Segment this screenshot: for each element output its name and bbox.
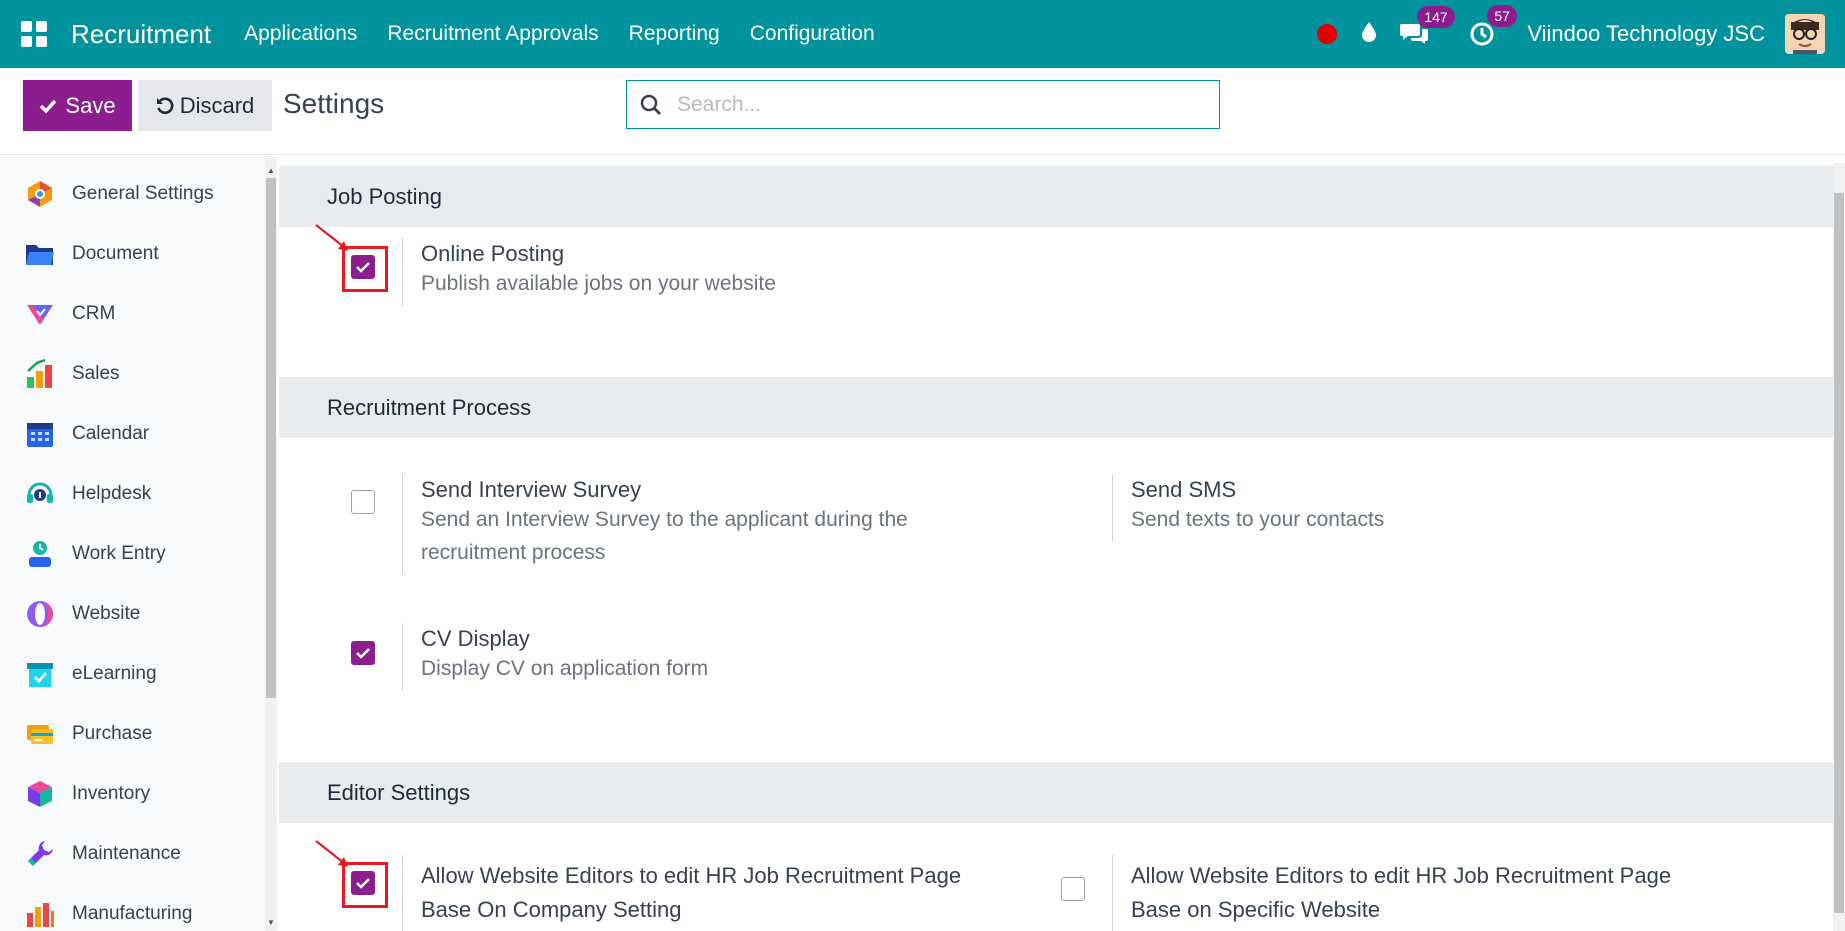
- app-brand[interactable]: Recruitment: [71, 19, 211, 50]
- company-setting-editor-title-line1: Allow Website Editors to edit HR Job Rec…: [421, 863, 962, 888]
- drop-icon[interactable]: [1361, 21, 1377, 48]
- cv-display-checkbox[interactable]: [351, 641, 375, 665]
- sidebar-item-crm[interactable]: CRM: [0, 284, 265, 344]
- checkmark-icon: [356, 262, 370, 273]
- checkmark-icon: [356, 878, 370, 889]
- navbar-systray: 147 57 Viindoo Technology JSC: [1317, 0, 1825, 68]
- website-icon: [25, 599, 55, 629]
- sales-chart-icon: [25, 359, 55, 389]
- activities-menu[interactable]: 57: [1469, 5, 1517, 47]
- search-icon: [640, 94, 661, 115]
- interview-survey-desc-line1: Send an Interview Survey to the applican…: [421, 508, 908, 531]
- interview-survey-checkbox[interactable]: [351, 490, 375, 514]
- main-scrollbar[interactable]: [1833, 163, 1845, 931]
- online-posting-title: Online Posting: [421, 241, 565, 266]
- settings-content: Job Posting Online Posting Publish avail…: [279, 163, 1833, 931]
- general-settings-icon: [25, 179, 55, 209]
- page-title: Settings: [283, 88, 385, 119]
- send-sms-title: Send SMS: [1131, 477, 1237, 502]
- discard-button[interactable]: Discard: [138, 80, 272, 131]
- inventory-box-icon: [25, 779, 55, 809]
- headset-icon: [25, 479, 55, 509]
- send-sms-desc: Send texts to your contacts: [1131, 508, 1385, 531]
- sidebar-item-inventory[interactable]: Inventory: [0, 764, 265, 824]
- menu-recruitment-approvals[interactable]: Recruitment Approvals: [372, 22, 613, 46]
- search-box[interactable]: [626, 80, 1220, 129]
- company-switcher[interactable]: Viindoo Technology JSC: [1527, 21, 1765, 47]
- purchase-card-icon: [25, 719, 55, 749]
- work-entry-icon: [25, 539, 55, 569]
- section-recruitment-process-header: Recruitment Process: [279, 377, 1833, 438]
- specific-website-editor-title-line2: Base on Specific Website: [1131, 897, 1381, 922]
- crm-icon: [25, 299, 55, 329]
- sidebar-item-sales[interactable]: Sales: [0, 344, 265, 404]
- cv-display-title: CV Display: [421, 626, 530, 651]
- wrench-icon: [25, 839, 55, 869]
- user-avatar[interactable]: [1785, 14, 1825, 54]
- discard-label: Discard: [179, 92, 255, 118]
- online-posting-checkbox[interactable]: [342, 246, 388, 292]
- sidebar-item-purchase[interactable]: Purchase: [0, 704, 265, 764]
- folder-icon: [25, 239, 55, 269]
- menu-configuration[interactable]: Configuration: [735, 22, 890, 46]
- online-posting-desc: Publish available jobs on your website: [421, 272, 776, 295]
- checkmark-icon: [356, 648, 370, 659]
- company-setting-editor-checkbox[interactable]: [342, 862, 388, 908]
- apps-menu-icon[interactable]: [21, 21, 47, 47]
- specific-website-editor-checkbox[interactable]: [1061, 877, 1085, 901]
- cv-display-desc: Display CV on application form: [421, 657, 709, 680]
- menu-reporting[interactable]: Reporting: [614, 22, 735, 46]
- section-job-posting-header: Job Posting: [279, 166, 1833, 227]
- specific-website-editor-title-line1: Allow Website Editors to edit HR Job Rec…: [1131, 863, 1672, 888]
- factory-icon: [25, 899, 55, 929]
- sidebar-scrollbar[interactable]: ▲ ▼: [265, 156, 277, 931]
- sidebar-item-general-settings[interactable]: General Settings: [0, 164, 265, 224]
- undo-icon: [156, 96, 174, 114]
- company-setting-editor-title-line2: Base On Company Setting: [421, 897, 682, 922]
- interview-survey-desc-line2: recruitment process: [421, 541, 606, 564]
- messages-menu[interactable]: 147: [1399, 6, 1455, 46]
- activities-count-badge: 57: [1487, 5, 1517, 27]
- control-panel: Save Discard Settings: [0, 68, 1845, 155]
- sidebar-item-document[interactable]: Document: [0, 224, 265, 284]
- search-input[interactable]: [677, 92, 1197, 117]
- messages-count-badge: 147: [1417, 6, 1455, 28]
- sidebar-item-website[interactable]: Website: [0, 584, 265, 644]
- check-icon: [40, 99, 57, 114]
- calendar-icon: [25, 419, 55, 449]
- sidebar-item-calendar[interactable]: Calendar: [0, 404, 265, 464]
- recording-indicator-icon[interactable]: [1317, 24, 1338, 44]
- sidebar-scrollbar-thumb[interactable]: [266, 178, 276, 698]
- settings-sidebar: General Settings Document CRM Sales Cale…: [0, 156, 265, 931]
- sidebar-item-work-entry[interactable]: Work Entry: [0, 524, 265, 584]
- save-label: Save: [65, 92, 116, 118]
- sidebar-item-helpdesk[interactable]: Helpdesk: [0, 464, 265, 524]
- save-button[interactable]: Save: [23, 80, 132, 131]
- sidebar-item-maintenance[interactable]: Maintenance: [0, 824, 265, 884]
- main-scrollbar-thumb[interactable]: [1834, 193, 1844, 913]
- sidebar-item-manufacturing[interactable]: Manufacturing: [0, 884, 265, 931]
- menu-applications[interactable]: Applications: [229, 22, 372, 46]
- top-navbar: Recruitment Applications Recruitment App…: [0, 0, 1845, 68]
- elearning-icon: [25, 659, 55, 689]
- section-editor-settings-header: Editor Settings: [279, 762, 1833, 823]
- interview-survey-title: Send Interview Survey: [421, 477, 642, 502]
- sidebar-item-elearning[interactable]: eLearning: [0, 644, 265, 704]
- main-menu: Applications Recruitment Approvals Repor…: [229, 22, 889, 46]
